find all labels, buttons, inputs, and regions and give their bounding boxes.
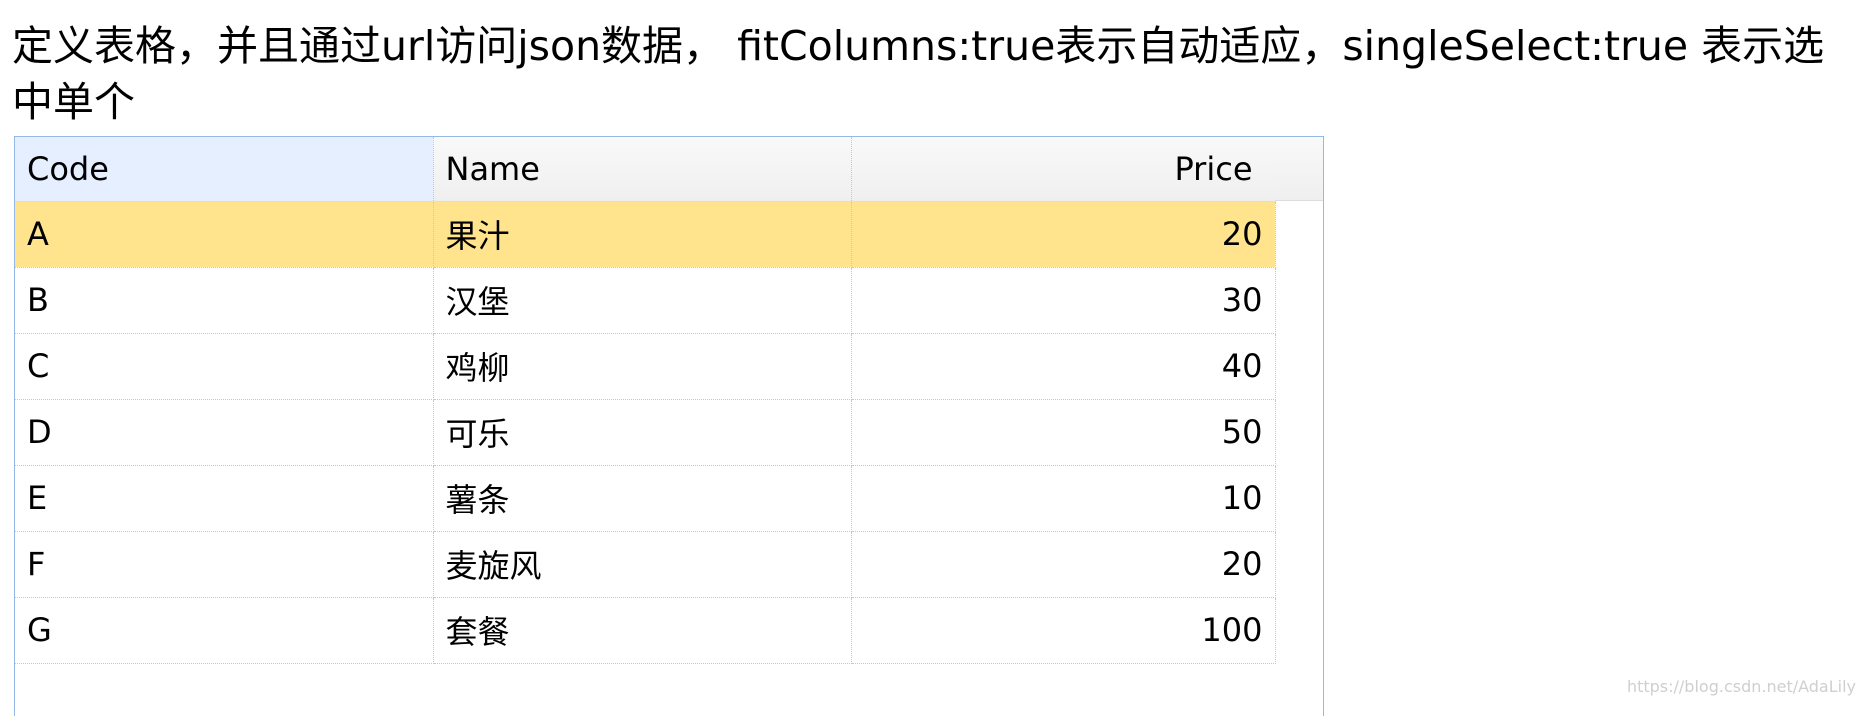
table-row[interactable]: B 汉堡 30: [15, 267, 1276, 334]
column-header-code[interactable]: Code: [15, 137, 434, 202]
cell-name: 可乐: [433, 399, 852, 466]
cell-name: 鸡柳: [433, 333, 852, 400]
table-row[interactable]: G 套餐 100: [15, 597, 1276, 664]
cell-name: 果汁: [433, 201, 852, 268]
cell-price: 40: [851, 333, 1276, 400]
column-header-price[interactable]: Price: [851, 137, 1276, 202]
cell-price: 50: [851, 399, 1276, 466]
datagrid-table: Code Name Price A 果汁 20 B 汉堡 30 C 鸡柳 40: [15, 137, 1276, 664]
table-row[interactable]: C 鸡柳 40: [15, 333, 1276, 400]
cell-price: 20: [851, 531, 1276, 598]
cell-code: G: [15, 597, 434, 664]
table-row[interactable]: D 可乐 50: [15, 399, 1276, 466]
cell-price: 100: [851, 597, 1276, 664]
datagrid-header-row: Code Name Price: [15, 137, 1276, 202]
cell-code: E: [15, 465, 434, 532]
cell-code: D: [15, 399, 434, 466]
watermark: https://blog.csdn.net/AdaLily: [1626, 677, 1856, 696]
cell-price: 20: [851, 201, 1276, 268]
cell-name: 汉堡: [433, 267, 852, 334]
cell-price: 10: [851, 465, 1276, 532]
page-heading: 定义表格，并且通过url访问json数据， fitColumns:true表示自…: [12, 22, 1825, 126]
table-row[interactable]: A 果汁 20: [15, 201, 1276, 268]
datagrid-header-filler: [1275, 137, 1323, 201]
datagrid: Code Name Price A 果汁 20 B 汉堡 30 C 鸡柳 40: [14, 136, 1324, 716]
cell-code: C: [15, 333, 434, 400]
table-row[interactable]: E 薯条 10: [15, 465, 1276, 532]
column-header-name[interactable]: Name: [433, 137, 852, 202]
cell-code: A: [15, 201, 434, 268]
cell-name: 套餐: [433, 597, 852, 664]
table-row[interactable]: F 麦旋风 20: [15, 531, 1276, 598]
cell-name: 薯条: [433, 465, 852, 532]
cell-code: F: [15, 531, 434, 598]
cell-price: 30: [851, 267, 1276, 334]
cell-name: 麦旋风: [433, 531, 852, 598]
cell-code: B: [15, 267, 434, 334]
